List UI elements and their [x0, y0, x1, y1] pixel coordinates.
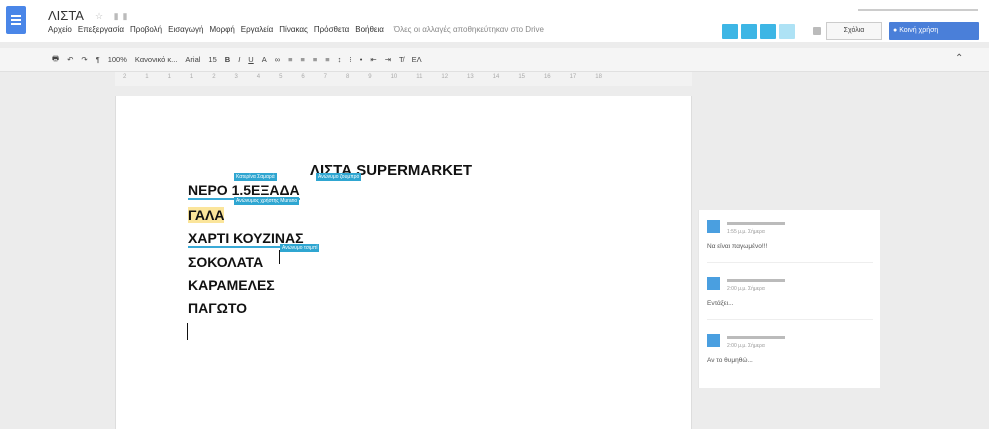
save-status: Όλες οι αλλαγές αποθηκεύτηκαν στο Drive [393, 25, 544, 34]
comment-text: Αν το θυμηθώ... [707, 357, 753, 364]
avatar [707, 220, 720, 233]
menu-tools[interactable]: Εργαλεία [241, 25, 273, 34]
comment-time: 1:55 μ.μ. Σήμερα [727, 229, 765, 235]
italic-icon[interactable]: I [238, 55, 240, 64]
ruler-tick: 3 [234, 74, 238, 80]
collaborator-avatar-2[interactable] [741, 24, 757, 39]
list-item[interactable]: ΝΕΡΟ 1.5ΕΞΑΔΑ [188, 182, 300, 200]
bold-icon[interactable]: B [225, 55, 230, 64]
align-right-icon[interactable]: ≡ [313, 55, 317, 64]
comment-text: Να είναι παγωμένο!!! [707, 243, 768, 250]
undo-icon[interactable]: ↶ [67, 55, 73, 64]
ruler-tick: 2 [212, 74, 216, 80]
numbered-list-icon[interactable]: ⁝ [349, 55, 351, 64]
comment-author [727, 336, 785, 339]
collaborator-avatar-1[interactable] [722, 24, 738, 39]
collaborator-avatar-4[interactable] [779, 24, 795, 39]
ruler-tick: 6 [301, 74, 305, 80]
redo-icon[interactable]: ↷ [81, 55, 87, 64]
ruler-tick: 16 [543, 74, 551, 80]
menu-file[interactable]: Αρχείο [48, 25, 72, 34]
collaborator-cursor-label: Ανώνυμο ζουμπρό [316, 173, 362, 181]
divider [707, 262, 873, 263]
list-item[interactable]: ΚΑΡΑΜΕΛΕΣ [188, 277, 275, 293]
list-item[interactable]: ΠΑΓΩΤΟ [188, 300, 247, 316]
ruler-tick: 7 [323, 74, 328, 80]
toolbar: 🖶 ↶ ↷ ¶ 100% Κανονικό κ... Arial 15 B I … [0, 48, 989, 72]
ruler-tick: 17 [569, 74, 577, 80]
comment-text: Εντάξει... [707, 300, 734, 307]
paint-format-icon[interactable]: ¶ [96, 55, 100, 64]
ruler-tick: 2 [123, 74, 127, 80]
comment-author [727, 222, 785, 225]
menu-bar: Αρχείο Επεξεργασία Προβολή Εισαγωγή Μορφ… [48, 25, 544, 34]
text-caret [187, 323, 188, 340]
comment-time: 2:00 μ.μ. Σήμερα [727, 343, 765, 349]
avatar [707, 334, 720, 347]
docs-logo-icon[interactable] [6, 6, 26, 34]
comments-button[interactable]: Σχόλια [826, 22, 882, 40]
font-select[interactable]: Arial [185, 55, 200, 64]
star-folder-icon[interactable]: ☆ ▮▮ [95, 11, 131, 22]
text-color-icon[interactable]: A [262, 55, 267, 64]
ruler[interactable]: 2 1 1 1 2 3 4 5 6 7 8 9 10 11 12 13 14 1… [115, 72, 692, 86]
comments-panel: 1:55 μ.μ. Σήμερα Να είναι παγωμένο!!! 2:… [698, 210, 880, 388]
ruler-tick: 13 [467, 74, 474, 80]
bulleted-list-icon[interactable]: • [360, 55, 363, 64]
ruler-tick: 8 [345, 74, 350, 80]
ruler-tick: 4 [256, 74, 261, 80]
comment-time: 2:00 μ.μ. Σήμερα [727, 286, 765, 292]
collaborator-cursor-label: Ανώνυμος χρήστης Murano [234, 197, 300, 205]
menu-edit[interactable]: Επεξεργασία [78, 25, 124, 34]
divider [707, 319, 873, 320]
align-center-icon[interactable]: ≡ [300, 55, 304, 64]
list-item[interactable]: ΣΟΚΟΛΑΤΑ [188, 254, 263, 270]
ruler-tick: 1 [167, 74, 171, 80]
chat-icon[interactable] [813, 27, 821, 35]
collaborator-caret [279, 250, 280, 264]
ruler-tick: 1 [145, 74, 149, 80]
avatar [707, 277, 720, 290]
increase-indent-icon[interactable]: ⇥ [385, 55, 391, 64]
collaborator-avatars [722, 24, 795, 39]
collaborator-cursor-label: Κατερίνα Σαμαρά [234, 173, 277, 181]
account-email[interactable] [858, 9, 978, 11]
menu-help[interactable]: Βοήθεια [355, 25, 384, 34]
font-size-select[interactable]: 15 [208, 55, 216, 64]
ruler-tick: 15 [518, 74, 525, 80]
ruler-tick: 9 [368, 74, 372, 80]
menu-insert[interactable]: Εισαγωγή [168, 25, 203, 34]
share-label: Κοινή χρήση [899, 27, 939, 34]
collaborator-avatar-3[interactable] [760, 24, 776, 39]
menu-table[interactable]: Πίνακας [279, 25, 308, 34]
decrease-indent-icon[interactable]: ⇤ [370, 55, 376, 64]
menu-view[interactable]: Προβολή [130, 25, 162, 34]
language-select[interactable]: ΕΛ [412, 55, 422, 64]
list-item[interactable]: ΓΑΛΑ [188, 207, 225, 223]
line-spacing-icon[interactable]: ↕ [338, 55, 342, 64]
ruler-tick: 18 [595, 74, 602, 80]
ruler-tick: 14 [492, 74, 500, 80]
justify-icon[interactable]: ≡ [325, 55, 329, 64]
document-title[interactable]: ΛΙΣΤΑ [48, 8, 84, 23]
collaborator-cursor-label: Ανώνυμο τσιμπί [280, 244, 320, 252]
underline-icon[interactable]: U [248, 55, 253, 64]
link-icon[interactable]: ∞ [275, 55, 280, 64]
style-select[interactable]: Κανονικό κ... [135, 55, 178, 64]
ruler-tick: 12 [441, 74, 449, 80]
ruler-tick: 1 [189, 74, 194, 80]
comment-author [727, 279, 785, 282]
menu-addons[interactable]: Πρόσθετα [314, 25, 349, 34]
ruler-tick: 11 [416, 74, 423, 80]
header: ΛΙΣΤΑ ☆ ▮▮ Αρχείο Επεξεργασία Προβολή Ει… [0, 0, 989, 42]
collapse-icon[interactable]: ⌃ [955, 53, 963, 64]
clear-format-icon[interactable]: T̸ [399, 55, 404, 64]
align-left-icon[interactable]: ≡ [288, 55, 292, 64]
ruler-tick: 5 [279, 74, 283, 80]
share-button[interactable]: ● Κοινή χρήση [889, 22, 979, 40]
ruler-tick: 10 [390, 74, 398, 80]
zoom-select[interactable]: 100% [108, 55, 127, 64]
menu-format[interactable]: Μορφή [209, 25, 234, 34]
print-icon[interactable]: 🖶 [52, 53, 59, 66]
